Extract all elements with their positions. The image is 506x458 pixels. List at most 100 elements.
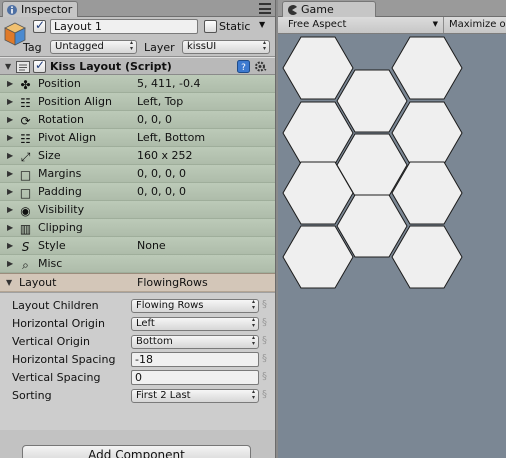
property-value: None xyxy=(137,239,166,252)
layer-dropdown[interactable]: kissUI xyxy=(182,40,270,54)
misc-lens-icon: ⌕ xyxy=(22,257,29,272)
static-checkbox[interactable] xyxy=(204,20,217,33)
vertical-origin-dropdown[interactable]: Bottom xyxy=(131,335,259,349)
tab-game[interactable]: Game xyxy=(282,1,376,17)
property-label: Pivot Align xyxy=(38,131,97,144)
property-label: Clipping xyxy=(38,221,83,234)
pivot-align-icon: ☷ xyxy=(20,131,31,146)
svg-text:?: ? xyxy=(241,63,246,73)
foldout-closed-icon[interactable]: ▶ xyxy=(7,133,13,142)
game-tabbar: Game xyxy=(278,0,506,17)
foldout-closed-icon[interactable]: ▶ xyxy=(7,259,13,268)
property-row-padding[interactable]: ▶ □ Padding 0, 0, 0, 0 xyxy=(0,183,275,201)
property-label: Style xyxy=(38,239,66,252)
aspect-value: Free Aspect xyxy=(288,19,347,30)
tab-inspector-label: Inspector xyxy=(21,3,73,16)
hexagon-tile xyxy=(391,225,463,289)
horizontal-spacing-input[interactable]: -18 xyxy=(131,352,259,367)
tab-inspector[interactable]: Inspector xyxy=(2,1,78,17)
eye-icon: ◉ xyxy=(20,203,31,218)
tag-dropdown[interactable]: Untagged xyxy=(50,40,137,54)
foldout-closed-icon[interactable]: ▶ xyxy=(7,115,13,124)
layout-row-sorting: Sorting First 2 Last§ xyxy=(0,387,275,405)
game-viewport[interactable] xyxy=(278,35,506,458)
property-row-position-align[interactable]: ▶ ☷ Position Align Left, Top xyxy=(0,93,275,111)
property-row-margins[interactable]: ▶ □ Margins 0, 0, 0, 0 xyxy=(0,165,275,183)
move-arrows-icon: ✤ xyxy=(20,77,31,92)
foldout-closed-icon[interactable]: ▶ xyxy=(7,205,13,214)
drag-handle-icon: § xyxy=(262,371,267,382)
maximize-on-play-toggle[interactable]: Maximize o xyxy=(445,17,506,33)
sorting-dropdown[interactable]: First 2 Last xyxy=(131,389,259,403)
foldout-open-icon[interactable]: ▼ xyxy=(5,62,11,71)
foldout-closed-icon[interactable]: ▶ xyxy=(7,151,13,160)
layout-children-label: Layout Children xyxy=(12,299,99,312)
inspector-tabbar: Inspector xyxy=(0,0,275,17)
sorting-label: Sorting xyxy=(12,389,52,402)
foldout-closed-icon[interactable]: ▶ xyxy=(7,79,13,88)
static-dropdown-icon[interactable]: ▼ xyxy=(259,20,265,29)
static-label: Static xyxy=(219,20,251,33)
vertical-spacing-input[interactable]: 0 xyxy=(131,370,259,385)
active-checkbox[interactable] xyxy=(33,18,46,33)
drag-handle-icon: § xyxy=(262,389,267,400)
property-label: Visibility xyxy=(38,203,85,216)
foldout-closed-icon[interactable]: ▶ xyxy=(7,187,13,196)
chevron-down-icon: ▼ xyxy=(432,20,438,28)
property-value: 0, 0, 0 xyxy=(137,113,172,126)
help-book-icon[interactable]: ? xyxy=(237,60,250,76)
layout-fields: Layout ChildrenFlowing Rows§Horizontal O… xyxy=(0,292,275,430)
game-toolbar: Free Aspect ▼ Maximize o xyxy=(278,17,506,34)
layer-label: Layer xyxy=(144,41,175,54)
tab-game-label: Game xyxy=(301,3,334,16)
gear-icon[interactable] xyxy=(254,60,268,76)
drag-handle-icon: § xyxy=(262,353,267,364)
property-value: 5, 411, -0.4 xyxy=(137,77,201,90)
foldout-open-icon[interactable]: ▼ xyxy=(6,278,12,287)
property-label: Position Align xyxy=(38,95,112,108)
property-value: Left, Top xyxy=(137,95,184,108)
property-row-visibility[interactable]: ▶ ◉ Visibility xyxy=(0,201,275,219)
hexagon-tile xyxy=(391,36,463,100)
foldout-closed-icon[interactable]: ▶ xyxy=(7,169,13,178)
property-row-clipping[interactable]: ▶ ▥ Clipping xyxy=(0,219,275,237)
game-panel: Game Free Aspect ▼ Maximize o xyxy=(278,0,506,458)
property-label: Misc xyxy=(38,257,63,270)
component-enabled-checkbox[interactable] xyxy=(33,58,46,73)
panel-menu-icon[interactable] xyxy=(259,3,271,14)
property-label: Margins xyxy=(38,167,82,180)
foldout-closed-icon[interactable]: ▶ xyxy=(7,241,13,250)
property-value: 0, 0, 0, 0 xyxy=(137,167,186,180)
property-row-style[interactable]: ▶ S Style None xyxy=(0,237,275,255)
add-component-button[interactable]: Add Component xyxy=(22,445,251,458)
layout-label: Layout xyxy=(19,276,57,289)
property-label: Size xyxy=(38,149,61,162)
property-row-pivot-align[interactable]: ▶ ☷ Pivot Align Left, Bottom xyxy=(0,129,275,147)
layout-foldout-row[interactable]: ▼ Layout FlowingRows xyxy=(0,274,275,292)
square-icon: □ xyxy=(19,167,32,182)
horizontal-origin-label: Horizontal Origin xyxy=(12,317,105,330)
drag-handle-icon: § xyxy=(262,335,267,346)
rotate-icon: ⟳ xyxy=(20,113,31,128)
style-s-icon: S xyxy=(21,239,30,254)
component-title: Kiss Layout (Script) xyxy=(50,60,172,73)
drag-handle-icon: § xyxy=(262,299,267,310)
foldout-closed-icon[interactable]: ▶ xyxy=(7,97,13,106)
property-row-rotation[interactable]: ▶ ⟳ Rotation 0, 0, 0 xyxy=(0,111,275,129)
horizontal-spacing-label: Horizontal Spacing xyxy=(12,353,116,366)
hex-grid xyxy=(282,36,463,289)
clip-icon: ▥ xyxy=(19,221,32,236)
foldout-closed-icon[interactable]: ▶ xyxy=(7,223,13,232)
property-row-misc[interactable]: ▶ ⌕ Misc xyxy=(0,255,275,273)
aspect-dropdown[interactable]: Free Aspect ▼ xyxy=(278,17,444,33)
property-row-size[interactable]: ▶ ⤢ Size 160 x 252 xyxy=(0,147,275,165)
horizontal-origin-dropdown[interactable]: Left xyxy=(131,317,259,331)
layout-value: FlowingRows xyxy=(137,276,208,289)
component-header[interactable]: ▼ Kiss Layout (Script) ? xyxy=(0,57,275,75)
layout-children-dropdown[interactable]: Flowing Rows xyxy=(131,299,259,313)
property-row-position[interactable]: ▶ ✤ Position 5, 411, -0.4 xyxy=(0,75,275,93)
object-header: Layout 1 Static ▼ Tag Untagged Layer kis… xyxy=(0,17,275,57)
info-icon xyxy=(6,4,18,16)
tag-label: Tag xyxy=(23,41,42,54)
object-name-input[interactable]: Layout 1 xyxy=(50,19,198,34)
